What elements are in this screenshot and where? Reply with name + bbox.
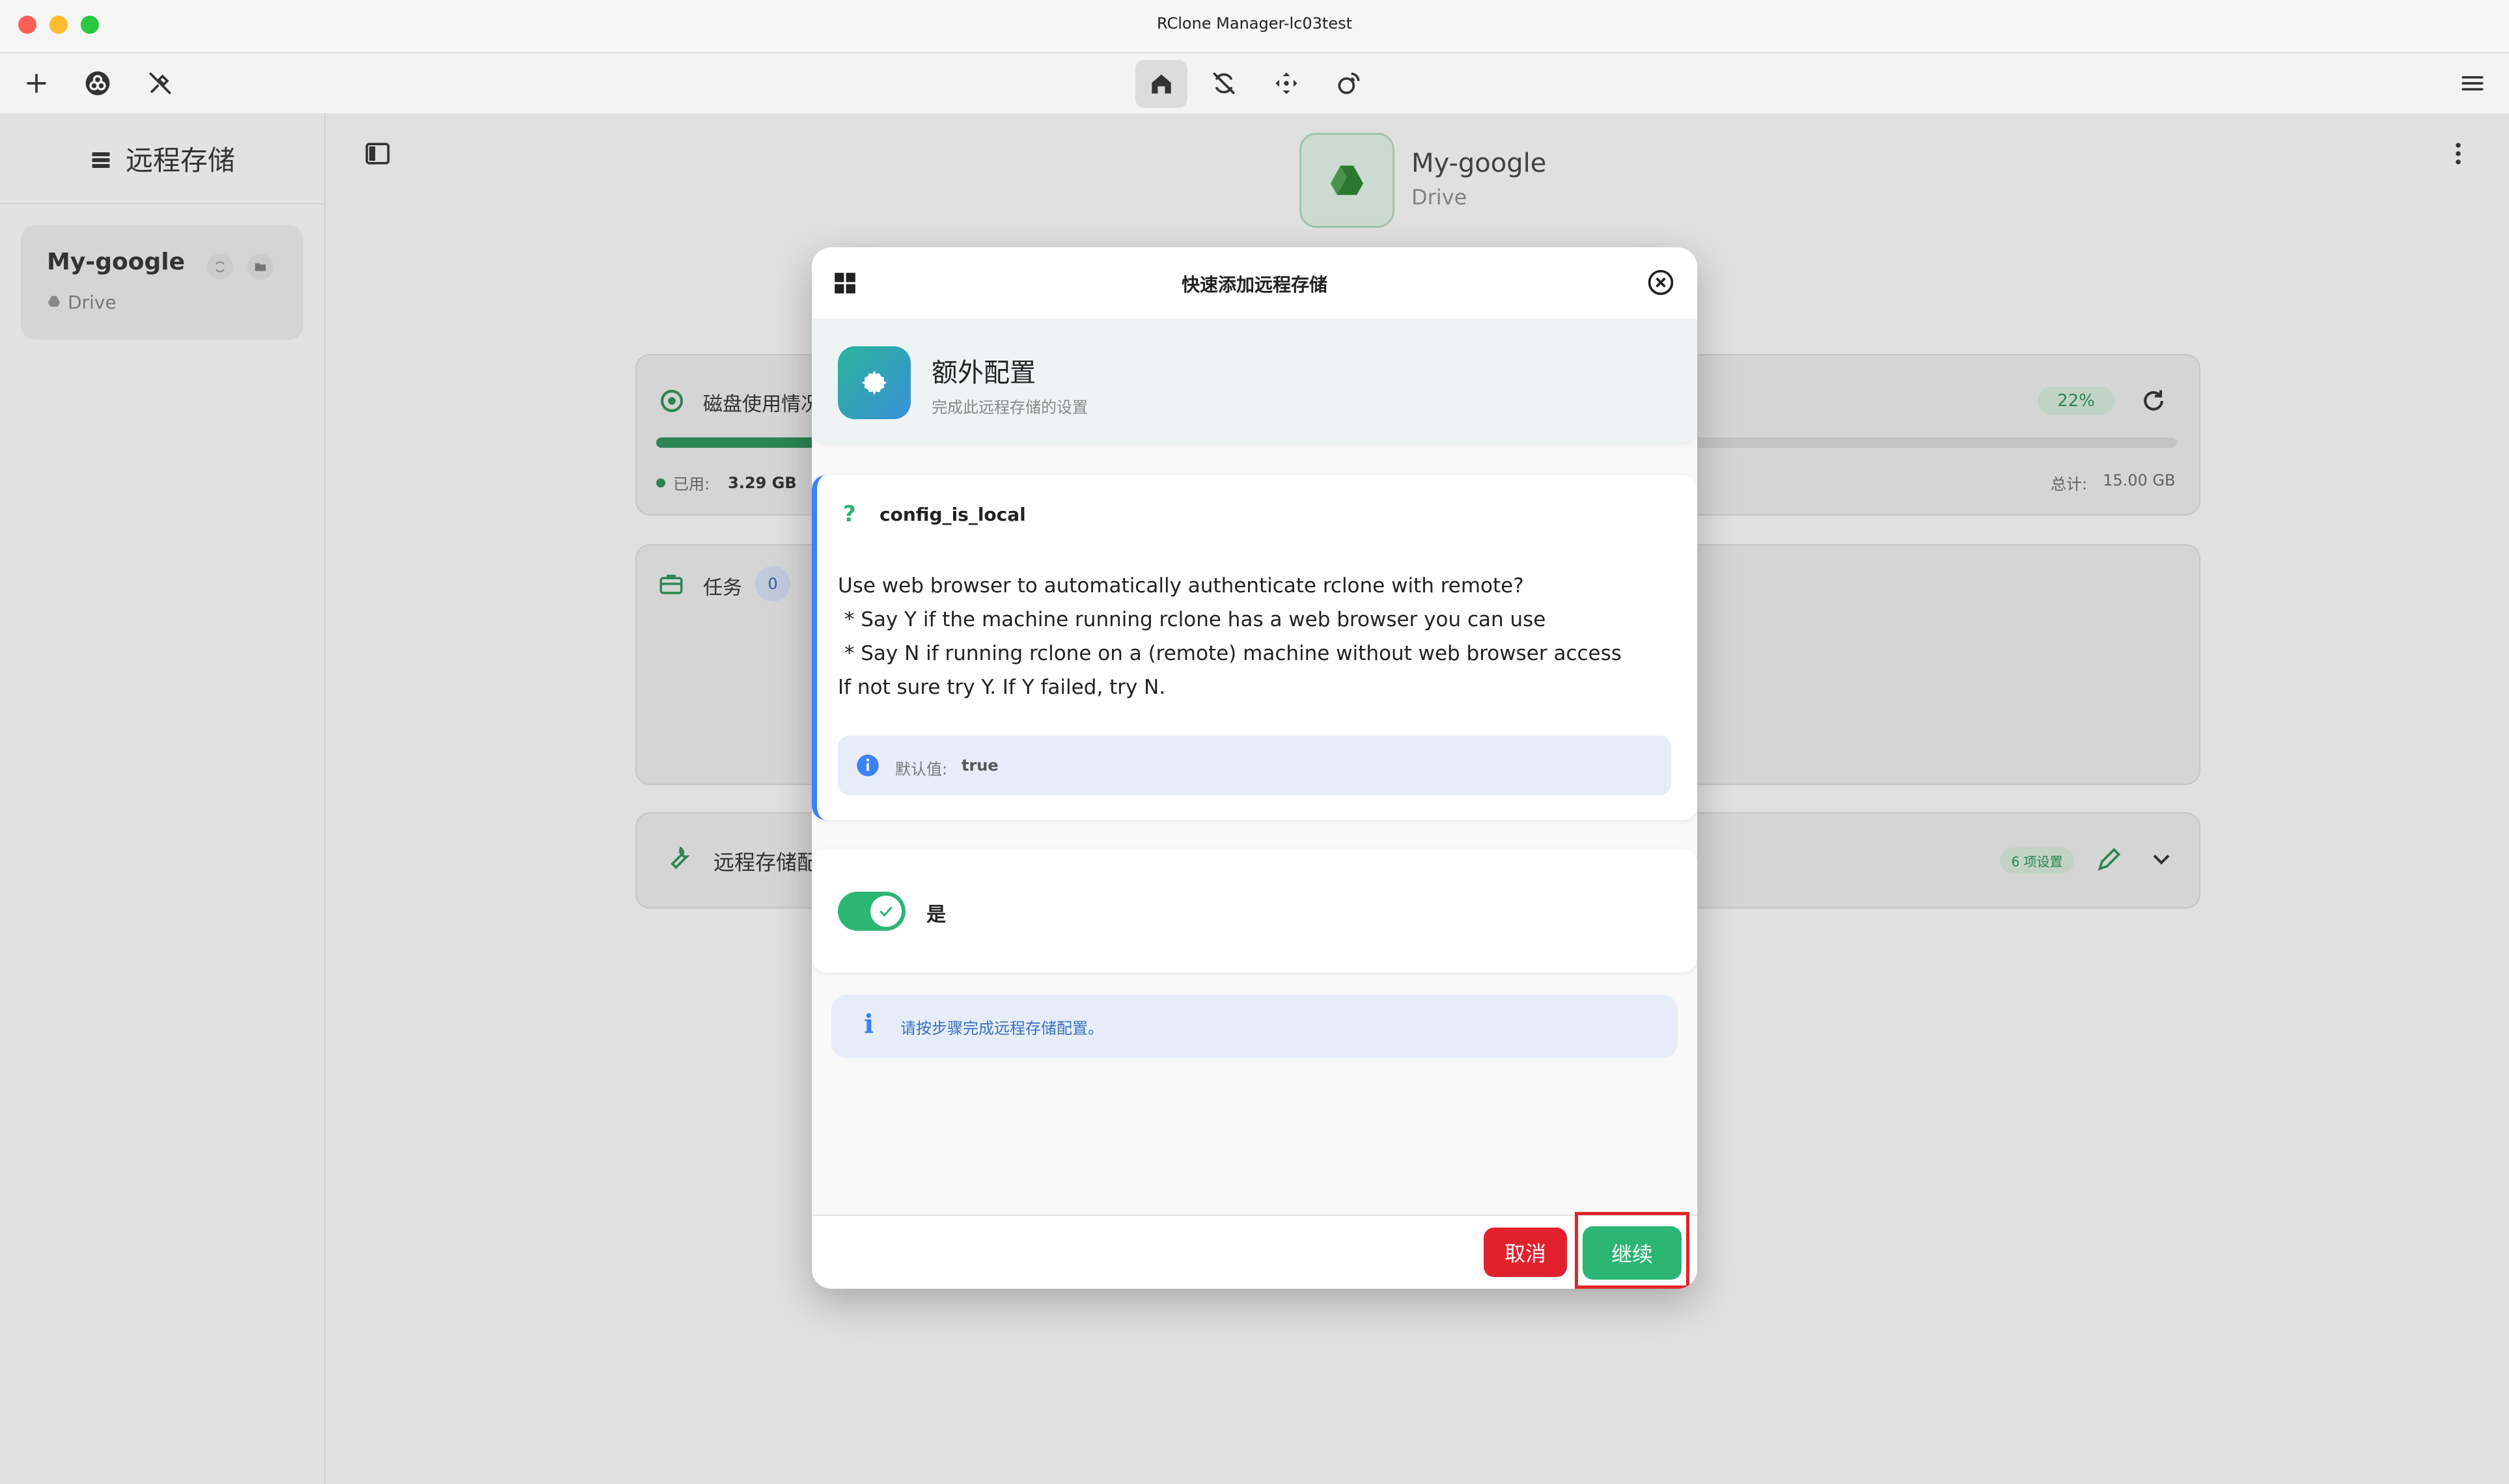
settings-gear-icon — [838, 346, 911, 419]
sidebar-remote-type: Drive — [68, 292, 117, 313]
info-text: 请按步骤完成远程存储配置。 — [900, 1019, 1103, 1037]
toggle-knob — [870, 896, 902, 927]
default-label: 默认值: — [895, 760, 948, 778]
drive-small-icon — [47, 292, 61, 313]
sync-status-icon[interactable] — [207, 254, 233, 280]
question-line-4: If not sure try Y. If Y failed, try N. — [838, 676, 1166, 699]
sidebar-header: 远程存储 — [0, 113, 324, 204]
quick-add-remote-dialog: 快速添加远程存储 额外配置 完成此远程存储的设置 ? config_is_loc… — [812, 247, 1697, 1289]
question-name: config_is_local — [880, 504, 1026, 525]
folder-status-icon[interactable] — [247, 254, 273, 280]
toolbar — [0, 53, 2509, 113]
info-i-icon: i — [864, 1009, 874, 1039]
dialog-title: 快速添加远程存储 — [1181, 274, 1327, 295]
default-value: true — [962, 756, 999, 775]
mount-icon[interactable] — [1331, 65, 1367, 102]
storage-list-icon — [89, 146, 113, 170]
sync-icon[interactable] — [1206, 65, 1242, 102]
sidebar-remote-type-row: Drive — [47, 292, 117, 313]
dialog-close-icon[interactable] — [1646, 268, 1675, 299]
sidebar-remote-name: My-google — [47, 249, 185, 275]
step-subtitle: 完成此远程存储的设置 — [932, 398, 1088, 417]
question-line-2: * Say Y if the machine running rclone ha… — [838, 608, 1546, 631]
question-line-3: * Say N if running rclone on a (remote) … — [838, 642, 1622, 665]
tools-off-icon[interactable] — [142, 65, 178, 102]
home-icon[interactable] — [1135, 60, 1187, 108]
check-icon — [880, 906, 893, 917]
rclone-logo-icon[interactable] — [79, 65, 116, 102]
info-circle-icon — [855, 752, 881, 781]
toggle-label: 是 — [926, 903, 946, 926]
question-line-1: Use web browser to automatically authent… — [838, 574, 1524, 598]
continue-button[interactable]: 继续 — [1583, 1226, 1682, 1280]
hamburger-menu-icon[interactable] — [2454, 65, 2491, 102]
step-title: 额外配置 — [932, 358, 1036, 388]
sidebar-item-my-google[interactable] — [21, 225, 303, 340]
question-mark-icon: ? — [843, 501, 856, 527]
plus-icon[interactable] — [18, 65, 55, 102]
config-is-local-toggle[interactable] — [838, 892, 906, 931]
move-icon[interactable] — [1268, 65, 1305, 102]
sidebar-title: 远程存储 — [125, 144, 235, 176]
cancel-button[interactable]: 取消 — [1484, 1228, 1567, 1277]
window-title: RClone Manager-lc03test — [1156, 14, 1352, 33]
